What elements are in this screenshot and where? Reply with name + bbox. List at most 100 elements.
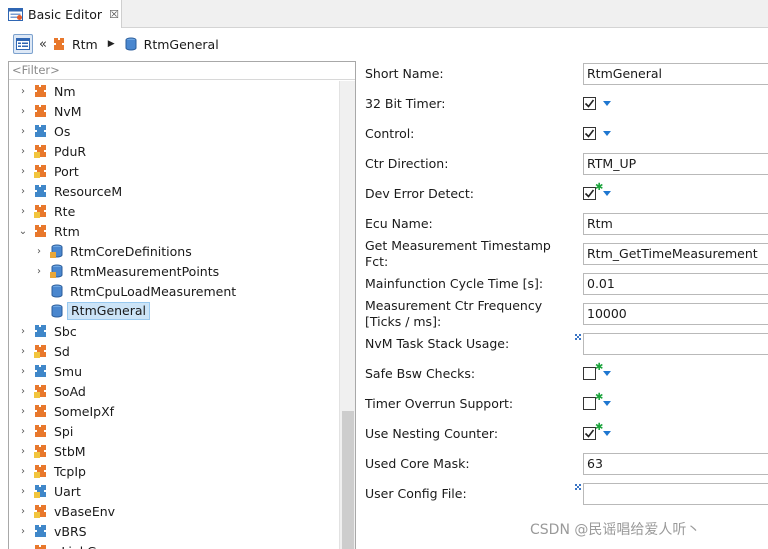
tree-item[interactable]: › Port — [9, 161, 339, 181]
tree-item[interactable]: › PduR — [9, 141, 339, 161]
tree-item[interactable]: › RtmCoreDefinitions — [9, 241, 339, 261]
property-checkbox[interactable]: ✱ — [583, 392, 603, 410]
chevron-right-icon[interactable]: › — [33, 266, 45, 277]
tree-item[interactable]: › Spi — [9, 421, 339, 441]
module-icon — [34, 505, 46, 518]
tree-item-label: Port — [54, 163, 79, 179]
tree-item-label: vBRS — [54, 523, 87, 539]
tree-item[interactable]: › RtmMeasurementPoints — [9, 261, 339, 281]
chevron-right-icon[interactable]: › — [17, 546, 29, 549]
property-value-field[interactable] — [583, 483, 768, 505]
dropdown-arrow-icon[interactable] — [603, 101, 611, 106]
tree-item[interactable]: › Sbc — [9, 321, 339, 341]
tree-item[interactable]: › NvM — [9, 101, 339, 121]
tree-item[interactable]: ⌄ Rtm — [9, 221, 339, 241]
tree-item[interactable]: › SoAd — [9, 381, 339, 401]
dropdown-arrow-icon[interactable] — [603, 191, 611, 196]
property-row: Used Core Mask: 63 — [357, 449, 768, 479]
tree-item-label: ResourceM — [54, 183, 123, 199]
chevron-right-icon[interactable]: › — [17, 366, 29, 377]
property-row: Use Nesting Counter: ✱ — [357, 419, 768, 449]
chevron-right-icon[interactable]: › — [17, 126, 29, 137]
chevron-right-icon[interactable]: › — [17, 526, 29, 537]
container-icon — [125, 37, 137, 51]
breadcrumb-back-button[interactable]: « — [39, 37, 47, 52]
scrollbar-thumb[interactable] — [342, 411, 354, 549]
tree-item[interactable]: › vBaseEnv — [9, 501, 339, 521]
tree-item[interactable]: › Smu — [9, 361, 339, 381]
property-checkbox[interactable] — [583, 127, 596, 140]
module-icon — [35, 85, 46, 97]
dropdown-arrow-icon[interactable] — [603, 431, 611, 436]
chevron-right-icon[interactable]: › — [17, 486, 29, 497]
tree-item[interactable]: › Sd — [9, 341, 339, 361]
modified-marker-icon: ✱ — [595, 182, 604, 193]
chevron-right-icon[interactable]: › — [17, 86, 29, 97]
property-label: Used Core Mask: — [365, 456, 470, 471]
property-value-field[interactable]: Rtm_GetTimeMeasurement — [583, 243, 768, 265]
chevron-right-icon[interactable]: › — [17, 166, 29, 177]
tree-item[interactable]: › vBRS — [9, 521, 339, 541]
dropdown-arrow-icon[interactable] — [603, 131, 611, 136]
property-value-field[interactable]: 10000 — [583, 303, 768, 325]
dropdown-arrow-icon[interactable] — [603, 371, 611, 376]
property-value-field[interactable]: 0.01 — [583, 273, 768, 295]
chevron-right-icon[interactable]: › — [17, 326, 29, 337]
breadcrumb-arrow-icon: ▶ — [107, 39, 115, 49]
chevron-right-icon[interactable]: › — [17, 506, 29, 517]
chevron-right-icon[interactable]: › — [17, 466, 29, 477]
tree-item[interactable]: RtmCpuLoadMeasurement — [9, 281, 339, 301]
property-value-field[interactable]: RtmGeneral — [583, 63, 768, 85]
tree-item-label: Nm — [54, 83, 76, 99]
tree-item[interactable]: RtmGeneral — [9, 301, 339, 321]
property-checkbox[interactable] — [583, 97, 596, 110]
toggle-tree-icon[interactable] — [13, 34, 33, 54]
config-tree: › Nm › NvM › Os › PduR › Port › ResourceM › Rte ⌄ Rtm › R… — [9, 81, 339, 549]
chevron-right-icon[interactable]: › — [17, 426, 29, 437]
tree-item[interactable]: › vLinkGen — [9, 541, 339, 549]
property-value-field[interactable]: Rtm — [583, 213, 768, 235]
property-checkbox[interactable]: ✱ — [583, 182, 603, 200]
tree-item[interactable]: › Nm — [9, 81, 339, 101]
tree-item[interactable]: › SomeIpXf — [9, 401, 339, 421]
property-value-field[interactable]: 63 — [583, 453, 768, 475]
tree-item[interactable]: › TcpIp — [9, 461, 339, 481]
tree-scrollbar[interactable] — [339, 81, 355, 549]
property-checkbox[interactable]: ✱ — [583, 422, 603, 440]
tree-item[interactable]: › ResourceM — [9, 181, 339, 201]
tree-item[interactable]: › Uart — [9, 481, 339, 501]
tree-item-label: Rte — [54, 203, 76, 219]
checkmark-icon — [584, 99, 595, 108]
property-checkbox[interactable]: ✱ — [583, 362, 603, 380]
breadcrumb-item-rtm[interactable]: Rtm — [51, 36, 98, 52]
chevron-right-icon[interactable]: › — [17, 146, 29, 157]
chevron-right-icon[interactable]: › — [17, 406, 29, 417]
tree-item-label: SomeIpXf — [54, 403, 115, 419]
chevron-right-icon[interactable]: › — [17, 346, 29, 357]
property-label: Dev Error Detect: — [365, 186, 475, 201]
chevron-right-icon[interactable]: › — [17, 206, 29, 217]
property-label: Mainfunction Cycle Time [s]: — [365, 276, 544, 291]
chevron-right-icon[interactable]: › — [17, 386, 29, 397]
property-value-field[interactable] — [583, 333, 768, 355]
module-icon — [34, 205, 46, 218]
filter-input[interactable]: <Filter> — [9, 62, 355, 80]
chevron-right-icon[interactable]: › — [33, 246, 45, 257]
tab-basic-editor[interactable]: Basic Editor ☒ — [0, 0, 122, 28]
tree-item[interactable]: › Os — [9, 121, 339, 141]
chevron-right-icon[interactable]: › — [17, 106, 29, 117]
dropdown-arrow-icon[interactable] — [603, 401, 611, 406]
property-row: NvM Task Stack Usage: — [357, 329, 768, 359]
close-icon[interactable]: ☒ — [109, 8, 119, 21]
chevron-right-icon[interactable]: › — [17, 186, 29, 197]
chevron-down-icon[interactable]: ⌄ — [17, 226, 29, 237]
tree-item-label: RtmCpuLoadMeasurement — [70, 283, 237, 299]
property-value-field[interactable]: RTM_UP — [583, 153, 768, 175]
tree-item-label: TcpIp — [54, 463, 86, 479]
property-row: Control: — [357, 119, 768, 149]
chevron-right-icon[interactable]: › — [17, 446, 29, 457]
tree-item[interactable]: › StbM — [9, 441, 339, 461]
tree-item[interactable]: › Rte — [9, 201, 339, 221]
breadcrumb-item-rtmgeneral[interactable]: RtmGeneral — [123, 36, 219, 52]
property-label: 32 Bit Timer: — [365, 96, 446, 111]
